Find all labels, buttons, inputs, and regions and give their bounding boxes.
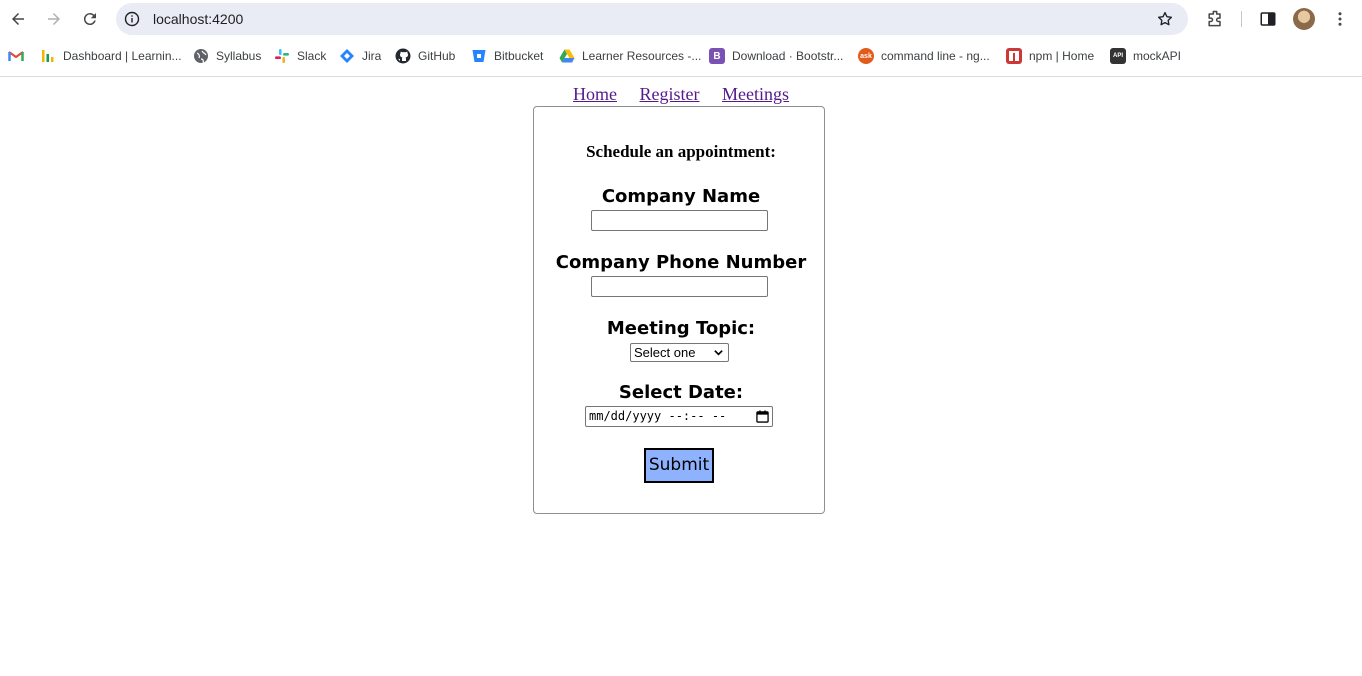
bookmark-label: Bitbucket <box>494 49 544 63</box>
company-phone-input[interactable] <box>591 276 768 297</box>
site-nav: Home Register Meetings <box>0 84 1362 105</box>
nav-link-home[interactable]: Home <box>573 84 617 104</box>
calendar-icon[interactable] <box>756 410 769 423</box>
bookmark-label: GitHub <box>418 49 456 63</box>
company-name-label: Company Name <box>601 186 761 207</box>
side-panel-icon <box>1260 12 1276 26</box>
back-button[interactable] <box>6 7 30 31</box>
google-drive-icon <box>559 49 575 63</box>
profile-avatar[interactable] <box>1293 8 1315 30</box>
bitbucket-icon <box>472 50 486 62</box>
bookmark-github[interactable]: GitHub <box>395 47 455 65</box>
bookmark-label: command line - ng... <box>881 49 990 63</box>
dashboard-icon <box>42 50 54 62</box>
bookmark-learner-resources[interactable]: Learner Resources -... <box>559 47 701 65</box>
npm-icon <box>1006 48 1022 64</box>
ask-icon: ask <box>858 48 874 64</box>
bookmark-mockapi[interactable]: API mockAPI <box>1110 47 1181 65</box>
bookmark-syllabus[interactable]: Syllabus <box>193 47 261 65</box>
bookmarks-bar: Dashboard | Learnin... Syllabus Slack Ji… <box>0 42 1362 70</box>
chevron-down-icon <box>714 350 723 356</box>
bookmark-label: Slack <box>297 49 327 63</box>
mockapi-icon: API <box>1110 48 1126 64</box>
more-vertical-icon <box>1338 12 1342 26</box>
bookmark-command-line[interactable]: ask command line - ng... <box>858 47 990 65</box>
side-panel-button[interactable] <box>1258 9 1278 29</box>
bookmark-label: Dashboard | Learnin... <box>63 49 182 63</box>
datetime-placeholder: mm/dd/yyyy --:-- -- <box>589 409 727 423</box>
bootstrap-icon: B <box>709 48 725 64</box>
bookmark-label: npm | Home <box>1029 49 1095 63</box>
globe-icon <box>194 49 208 64</box>
browser-toolbar: localhost:4200 <box>0 0 1362 38</box>
gmail-icon <box>8 51 24 61</box>
nav-link-register[interactable]: Register <box>640 84 700 104</box>
toolbar-divider <box>1241 11 1242 27</box>
select-date-label: Select Date: <box>618 382 744 403</box>
address-bar[interactable]: localhost:4200 <box>116 3 1188 35</box>
reload-button[interactable] <box>78 7 102 31</box>
meeting-topic-label: Meeting Topic: <box>606 318 756 339</box>
back-arrow-icon <box>12 13 24 25</box>
bookmark-label: Learner Resources -... <box>582 49 702 63</box>
bookmark-npm[interactable]: npm | Home <box>1006 47 1094 65</box>
forward-button[interactable] <box>42 7 66 31</box>
bookmark-bootstrap[interactable]: B Download · Bootstr... <box>709 47 843 65</box>
site-info-icon[interactable] <box>124 11 140 27</box>
bookmark-label: Download · Bootstr... <box>732 49 844 63</box>
extensions-button[interactable] <box>1205 9 1225 29</box>
company-phone-label: Company Phone Number <box>555 252 807 273</box>
browser-menu-button[interactable] <box>1330 9 1350 29</box>
jira-icon <box>340 49 354 63</box>
nav-link-meetings[interactable]: Meetings <box>722 84 789 104</box>
bookmark-slack[interactable]: Slack <box>274 47 326 65</box>
form-title: Schedule an appointment: <box>586 142 776 161</box>
bookmark-label: Jira <box>362 49 382 63</box>
bookmark-jira[interactable]: Jira <box>339 47 381 65</box>
bookmark-gmail[interactable] <box>8 47 24 65</box>
bookmark-star-icon[interactable] <box>1156 10 1174 28</box>
reload-icon <box>83 13 96 26</box>
puzzle-icon <box>1208 10 1221 27</box>
slack-icon <box>275 49 289 63</box>
bookmark-label: Syllabus <box>216 49 262 63</box>
bookmark-bitbucket[interactable]: Bitbucket <box>471 47 543 65</box>
submit-button[interactable]: Submit <box>644 448 714 483</box>
bookmark-label: mockAPI <box>1133 49 1182 63</box>
bookmark-dashboard[interactable]: Dashboard | Learnin... <box>40 47 182 65</box>
url-text[interactable]: localhost:4200 <box>153 11 243 27</box>
meeting-topic-select[interactable]: Select one <box>630 343 729 362</box>
chrome-divider <box>0 76 1362 77</box>
github-icon <box>395 48 411 64</box>
company-name-input[interactable] <box>591 210 768 231</box>
forward-arrow-icon <box>48 13 60 25</box>
datetime-input[interactable]: mm/dd/yyyy --:-- -- <box>585 406 773 427</box>
meeting-topic-selected-value: Select one <box>634 345 696 360</box>
